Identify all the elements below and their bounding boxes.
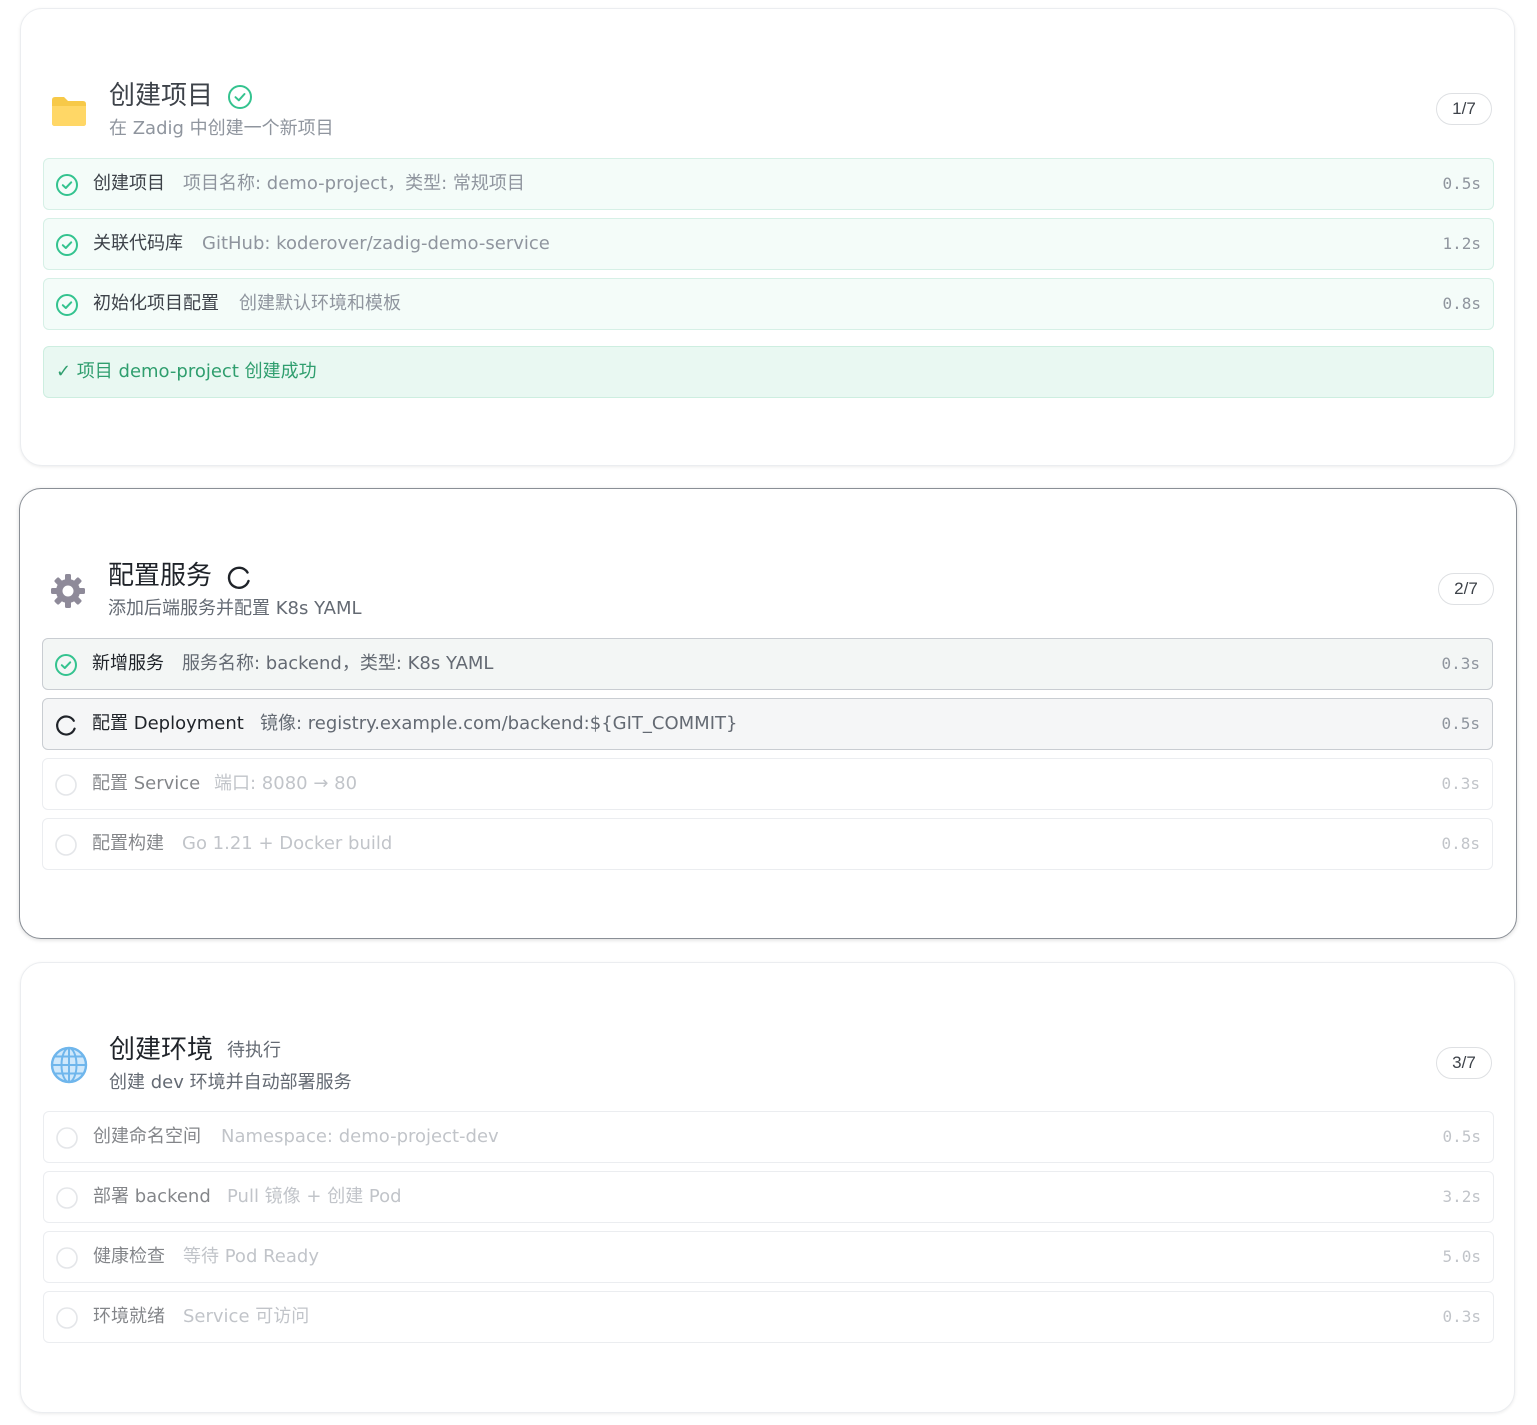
status-label: 待执行 xyxy=(227,1039,282,1061)
step-name: 创建命名空间 xyxy=(93,1126,201,1147)
stage-subtitle: 在 Zadig 中创建一个新项目 xyxy=(109,118,334,139)
stage-title: 配置服务 xyxy=(108,559,252,593)
stage-subtitle: 添加后端服务并配置 K8s YAML xyxy=(108,598,362,619)
pending-circle-icon xyxy=(55,774,77,796)
step-row: 创建项目 项目名称: demo-project，类型: 常规项目 0.5s xyxy=(43,158,1494,210)
pending-circle-icon xyxy=(56,1127,78,1149)
pending-circle-icon xyxy=(56,1247,78,1269)
step-time: 5.0s xyxy=(1442,1247,1481,1266)
folder-icon xyxy=(52,97,86,126)
step-time: 0.3s xyxy=(1441,654,1480,673)
step-name: 健康检查 xyxy=(93,1246,165,1267)
step-desc: Service 可访问 xyxy=(183,1306,310,1327)
step-name: 新增服务 xyxy=(92,653,164,674)
step-desc: GitHub: koderover/zadig-demo-service xyxy=(202,233,550,254)
step-row: 部署 backend Pull 镜像 + 创建 Pod 3.2s xyxy=(43,1171,1494,1223)
step-name: 环境就绪 xyxy=(93,1306,165,1327)
step-row: 配置构建 Go 1.21 + Docker build 0.8s xyxy=(42,818,1493,870)
check-circle-icon xyxy=(56,234,78,256)
step-row: 配置 Deployment 镜像: registry.example.com/b… xyxy=(42,698,1493,750)
check-circle-icon xyxy=(55,654,77,676)
step-desc: 端口: 8080 → 80 xyxy=(214,773,358,794)
stage-subtitle: 创建 dev 环境并自动部署服务 xyxy=(109,1072,352,1093)
gear-icon xyxy=(51,574,85,608)
step-desc: 项目名称: demo-project，类型: 常规项目 xyxy=(183,173,525,194)
step-time: 0.3s xyxy=(1441,774,1480,793)
step-time: 0.3s xyxy=(1442,1307,1481,1326)
stage-title: 创建环境 待执行 xyxy=(109,1033,281,1068)
globe-icon xyxy=(50,1046,88,1084)
step-row: 关联代码库 GitHub: koderover/zadig-demo-servi… xyxy=(43,218,1494,270)
spinner-icon xyxy=(56,715,76,736)
stage-card-configure-service: 配置服务 添加后端服务并配置 K8s YAML 2/7 新增服务 服务名称: b… xyxy=(19,488,1517,939)
step-name: 配置构建 xyxy=(92,833,164,854)
step-name: 关联代码库 xyxy=(93,233,183,254)
step-name: 创建项目 xyxy=(93,173,165,194)
step-desc: 等待 Pod Ready xyxy=(183,1246,319,1267)
step-badge: 2/7 xyxy=(1438,573,1494,605)
step-row: 健康检查 等待 Pod Ready 5.0s xyxy=(43,1231,1494,1283)
step-time: 0.8s xyxy=(1441,834,1480,853)
stage-header: 创建环境 待执行 创建 dev 环境并自动部署服务 3/7 xyxy=(43,1033,1492,1093)
stage-card-create-environment: 创建环境 待执行 创建 dev 环境并自动部署服务 3/7 创建命名空间 Name… xyxy=(20,962,1515,1413)
step-time: 0.5s xyxy=(1442,1127,1481,1146)
step-desc: 服务名称: backend，类型: K8s YAML xyxy=(182,653,494,674)
step-row: 新增服务 服务名称: backend，类型: K8s YAML 0.3s xyxy=(42,638,1493,690)
step-desc: 创建默认环境和模板 xyxy=(239,293,401,314)
result-message: ✓ 项目 demo-project 创建成功 xyxy=(43,346,1494,398)
step-time: 1.2s xyxy=(1442,234,1481,253)
step-desc: 镜像: registry.example.com/backend:${GIT_C… xyxy=(260,713,738,734)
step-time: 0.5s xyxy=(1442,174,1481,193)
step-row: 初始化项目配置 创建默认环境和模板 0.8s xyxy=(43,278,1494,330)
step-desc: Namespace: demo-project-dev xyxy=(221,1126,499,1147)
step-badge: 1/7 xyxy=(1436,93,1492,125)
step-desc: Pull 镜像 + 创建 Pod xyxy=(227,1186,402,1207)
step-time: 0.5s xyxy=(1441,714,1480,733)
step-name: 初始化项目配置 xyxy=(93,293,219,314)
step-badge: 3/7 xyxy=(1436,1047,1492,1079)
pending-circle-icon xyxy=(56,1187,78,1209)
stage-header: 配置服务 添加后端服务并配置 K8s YAML 2/7 xyxy=(42,559,1494,619)
pending-circle-icon xyxy=(56,1307,78,1329)
stage-title: 创建项目 xyxy=(109,79,253,113)
step-name: 配置 Deployment xyxy=(92,713,244,734)
step-name: 部署 backend xyxy=(93,1186,211,1207)
check-circle-icon xyxy=(228,84,253,109)
check-circle-icon xyxy=(56,174,78,196)
pending-circle-icon xyxy=(55,834,77,856)
step-time: 0.8s xyxy=(1442,294,1481,313)
step-row: 配置 Service 端口: 8080 → 80 0.3s xyxy=(42,758,1493,810)
step-desc: Go 1.21 + Docker build xyxy=(182,833,393,854)
step-row: 环境就绪 Service 可访问 0.3s xyxy=(43,1291,1494,1343)
step-row: 创建命名空间 Namespace: demo-project-dev 0.5s xyxy=(43,1111,1494,1163)
spinner-icon xyxy=(227,566,250,589)
stage-card-create-project: 创建项目 在 Zadig 中创建一个新项目 1/7 创建项目 项目名称: dem… xyxy=(20,8,1515,466)
check-circle-icon xyxy=(56,294,78,316)
step-name: 配置 Service xyxy=(92,773,201,794)
step-time: 3.2s xyxy=(1442,1187,1481,1206)
stage-header: 创建项目 在 Zadig 中创建一个新项目 1/7 xyxy=(43,79,1492,139)
